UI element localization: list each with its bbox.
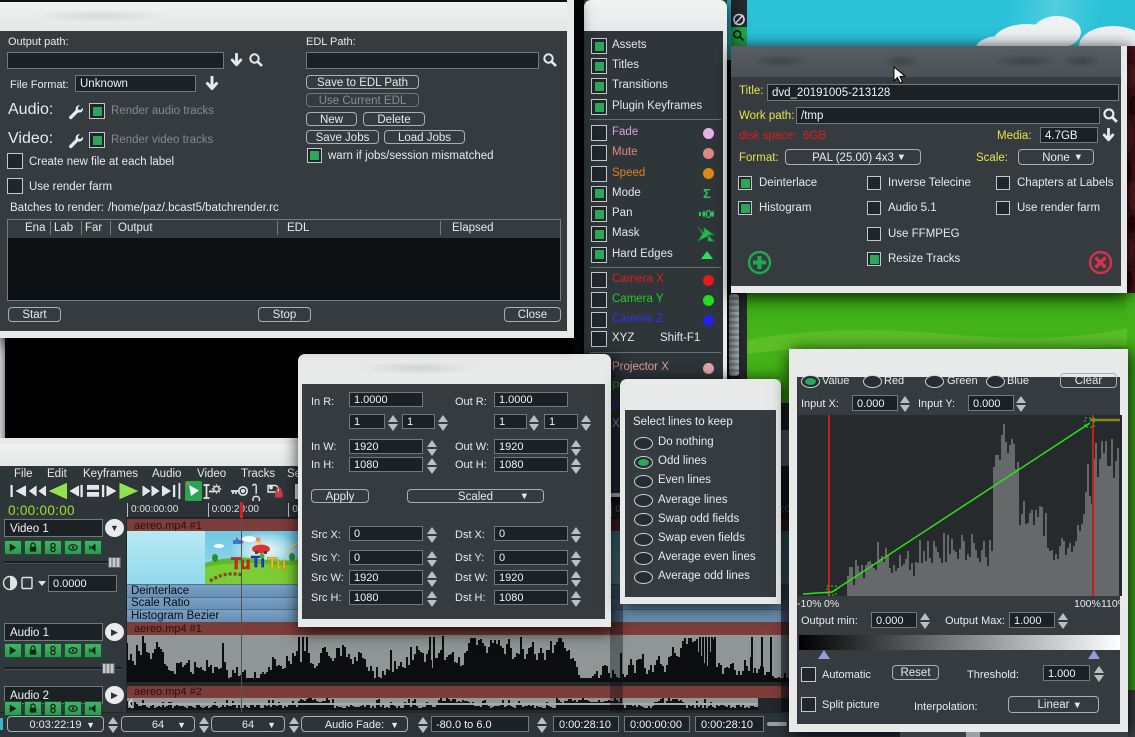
svg-text:Tu: Tu	[231, 554, 251, 573]
svg-text:Ti: Ti	[251, 554, 265, 571]
svg-text:Tu: Tu	[267, 554, 287, 573]
